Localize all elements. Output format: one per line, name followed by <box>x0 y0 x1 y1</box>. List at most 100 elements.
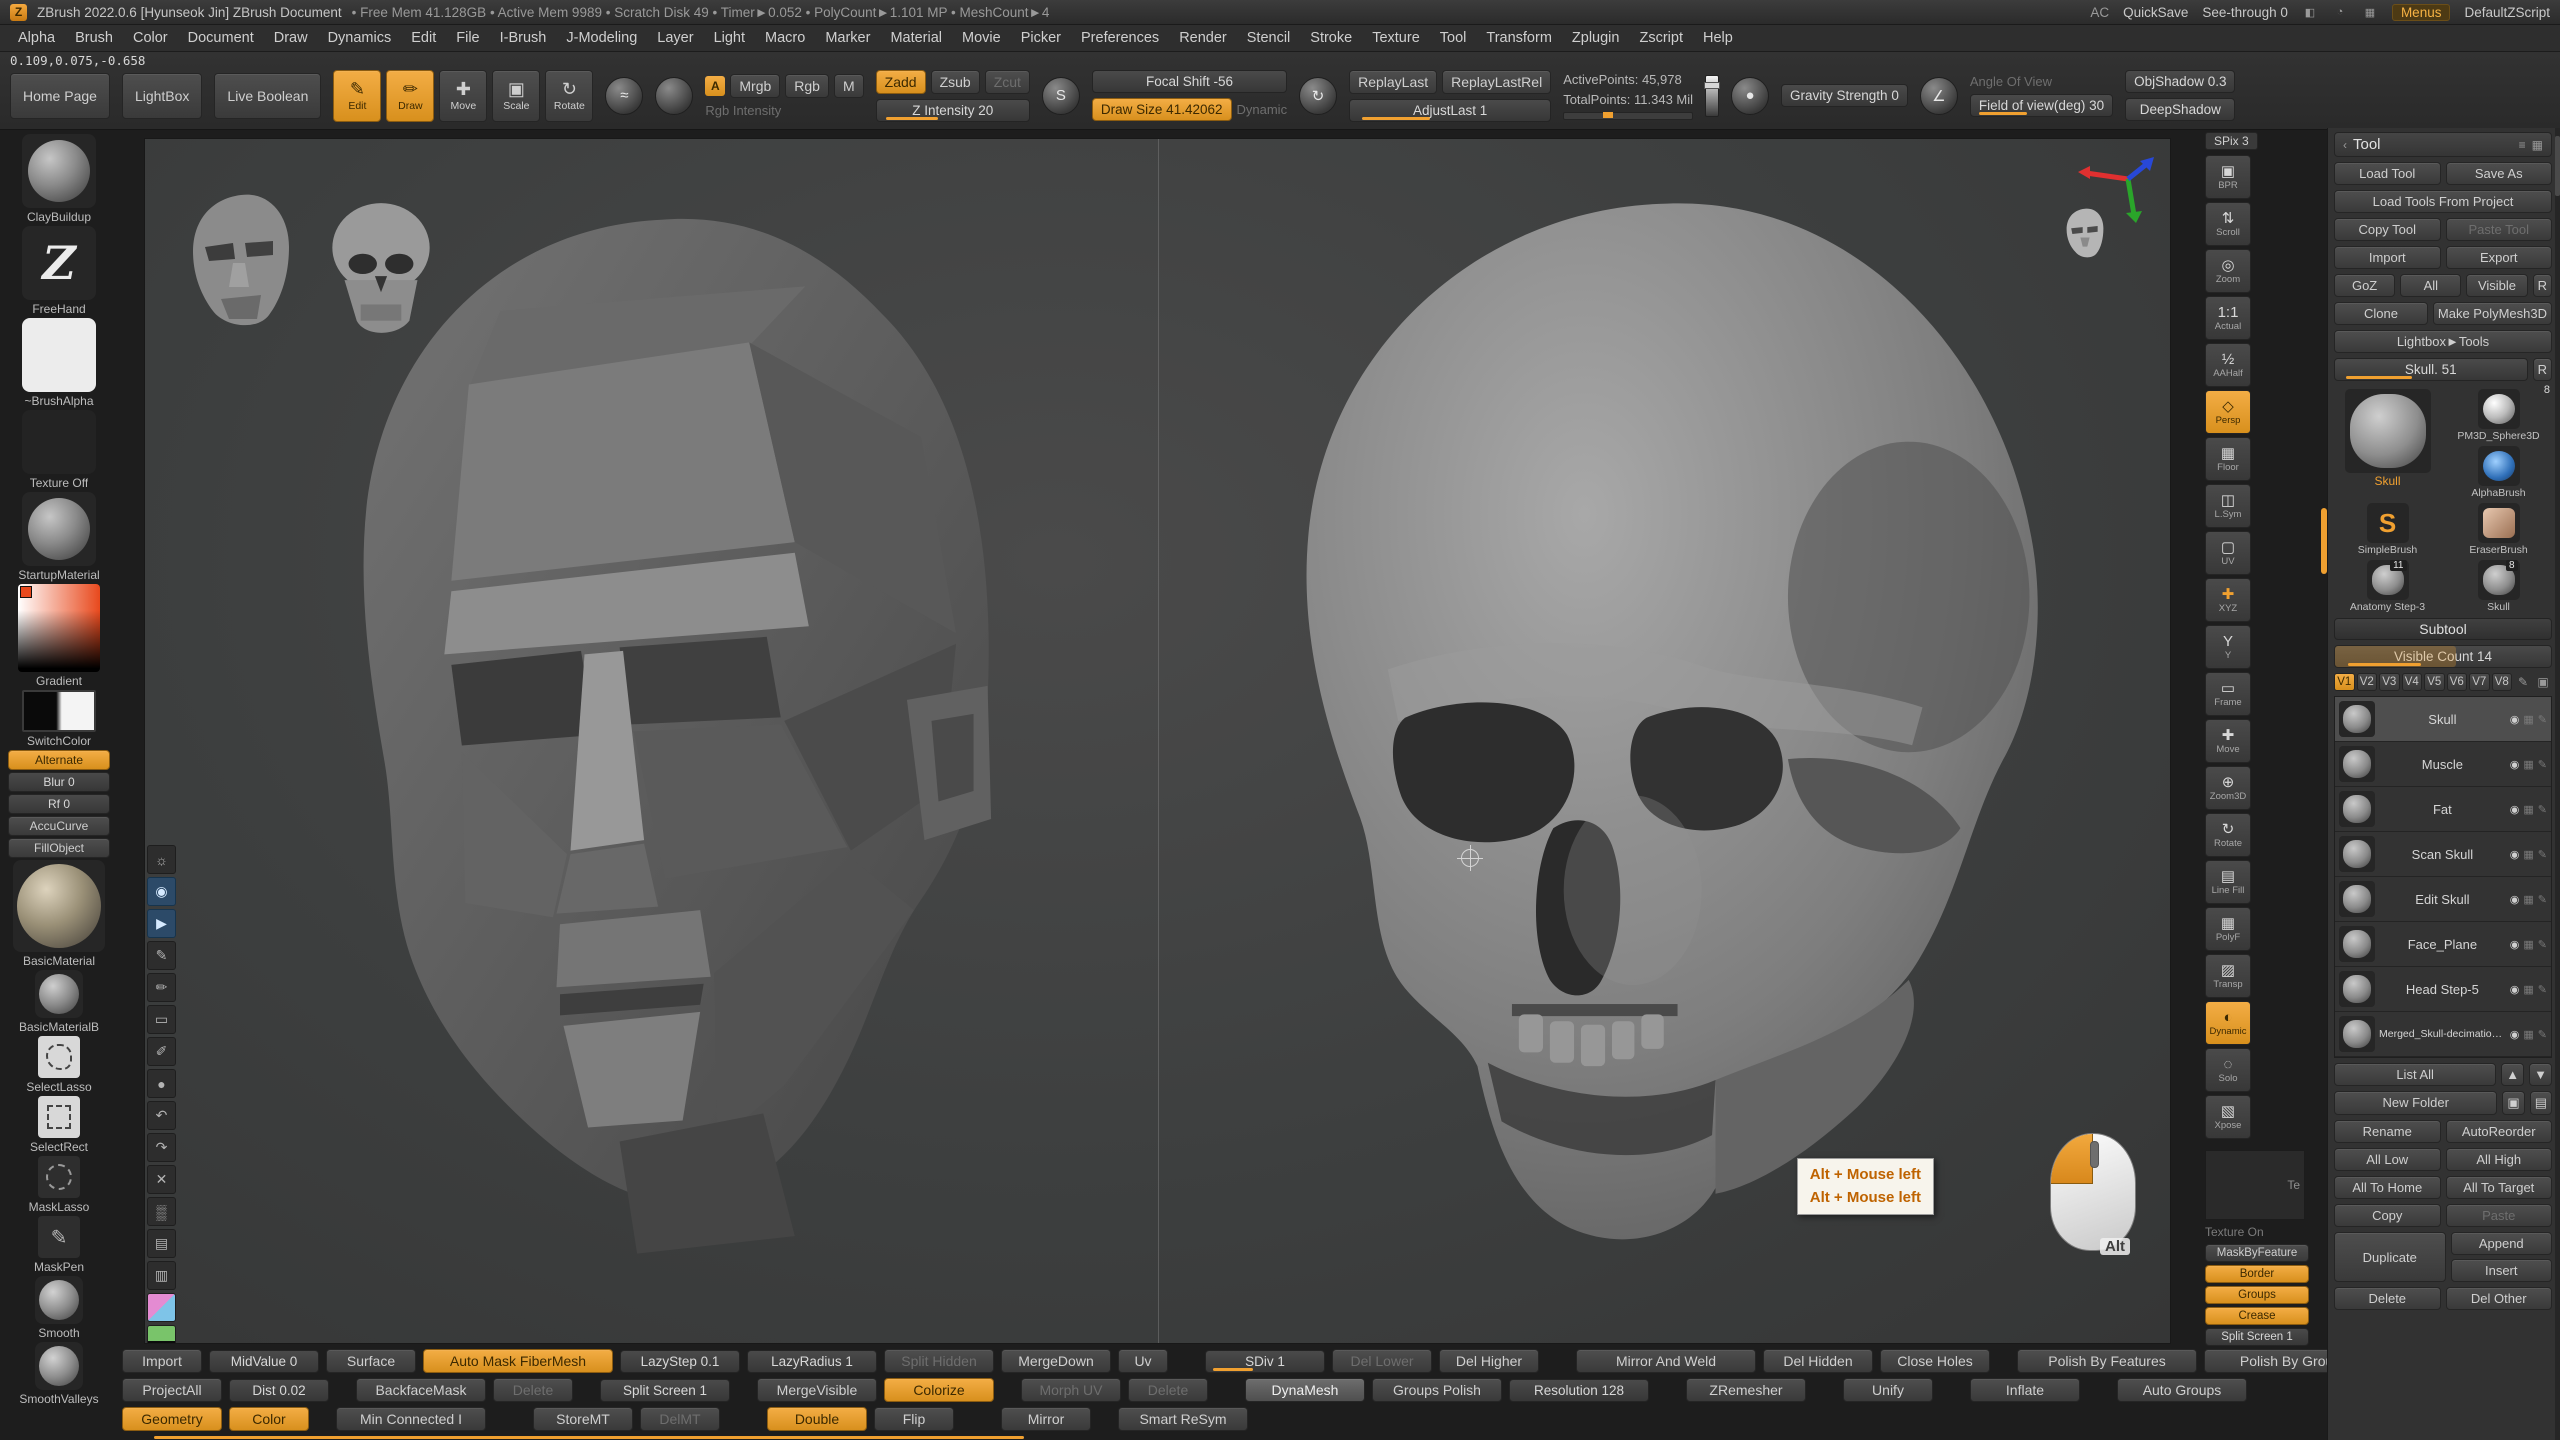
menu-item[interactable]: Zplugin <box>1562 28 1630 48</box>
bottom-button[interactable]: Dist 0.02 <box>229 1379 329 1402</box>
bottom-button[interactable]: LazyStep 0.1 <box>620 1350 740 1373</box>
bottom-button[interactable]: Polish By Features <box>2017 1349 2197 1373</box>
duplicate-button[interactable]: Duplicate <box>2334 1232 2446 1282</box>
r-button[interactable]: R <box>2533 274 2552 297</box>
all-low-button[interactable]: All Low <box>2334 1148 2441 1171</box>
rgb-button[interactable]: Rgb <box>785 74 829 98</box>
bottom-button[interactable]: SDiv 1 <box>1205 1350 1325 1373</box>
polyframe-icon[interactable]: ▦ <box>2523 848 2533 861</box>
make-polymesh3d-button[interactable]: Make PolyMesh3D <box>2433 302 2552 325</box>
palette-item[interactable]: Texture Off <box>22 410 96 490</box>
zcut-button[interactable]: Zcut <box>985 70 1030 94</box>
zoom3d-icon[interactable]: ⊕ Zoom3D <box>2205 766 2251 810</box>
subtool-up-icon[interactable]: ▲ <box>2501 1063 2524 1086</box>
append-button[interactable]: Append <box>2451 1232 2553 1255</box>
bottom-button[interactable]: Morph UV <box>1021 1378 1121 1402</box>
zoom-icon[interactable]: ◎ Zoom <box>2205 249 2251 293</box>
marker-icon[interactable]: ✐ <box>147 1037 176 1066</box>
r2-button[interactable]: R <box>2533 358 2552 381</box>
replay-icon[interactable]: ↻ <box>1299 77 1337 115</box>
gravity-icon[interactable]: ● <box>1731 77 1769 115</box>
blur-slider[interactable]: Blur 0 <box>8 772 110 792</box>
uv-icon[interactable]: ▢ UV <box>2205 531 2251 575</box>
subtool-row[interactable]: Fat ◉ ▦ ✎ <box>2335 787 2551 832</box>
menu-item[interactable]: Layer <box>647 28 703 48</box>
y-icon[interactable]: Y Y <box>2205 625 2251 669</box>
subtool-edit-icon[interactable]: ✎ <box>2538 803 2547 816</box>
delete-subtool-button[interactable]: Delete <box>2334 1287 2441 1310</box>
tool-thumbnail-item[interactable]: EraserBrush <box>2445 503 2552 556</box>
subtool-down-icon[interactable]: ▼ <box>2529 1063 2552 1086</box>
polyframe-icon[interactable]: ▦ <box>2523 1028 2533 1041</box>
clipboard-icon[interactable]: ▥ <box>147 1261 176 1290</box>
titlebar-status-icon[interactable]: ◧ <box>2302 5 2318 19</box>
palette-item[interactable]: StartupMaterial <box>18 492 99 582</box>
lsym-icon[interactable]: ◫ L.Sym <box>2205 484 2251 528</box>
dynamic-icon[interactable]: ◐ Dynamic <box>2205 1001 2251 1045</box>
palette-item[interactable]: MaskPen <box>34 1216 84 1274</box>
subtool-version-tab[interactable]: V3 <box>2379 673 2400 691</box>
move-icon[interactable]: ✚ Move <box>2205 719 2251 763</box>
gravity-strength-slider[interactable]: Gravity Strength 0 <box>1781 84 1908 107</box>
polyframe-icon[interactable]: ▦ <box>2523 893 2533 906</box>
menu-item[interactable]: Color <box>123 28 178 48</box>
tool-thumbnail-item[interactable]: Skull <box>2334 389 2441 499</box>
subtool-row[interactable]: Face_Plane ◉ ▦ ✎ <box>2335 922 2551 967</box>
subtool-pencil-icon[interactable]: ✎ <box>2514 675 2532 689</box>
swatch-duo-icon[interactable] <box>147 1293 176 1322</box>
menu-item[interactable]: Render <box>1169 28 1237 48</box>
xpose-icon[interactable]: ▧ Xpose <box>2205 1095 2251 1139</box>
copy-tool-button[interactable]: Copy Tool <box>2334 218 2441 241</box>
all-to-target-button[interactable]: All To Target <box>2446 1176 2553 1199</box>
visibility-eye-icon[interactable]: ◉ <box>2510 983 2520 996</box>
bottom-button[interactable]: Double <box>767 1407 867 1431</box>
see-through-slider[interactable]: See-through 0 <box>2202 5 2288 20</box>
panel-gear-icon[interactable]: ▦ <box>2532 138 2543 152</box>
bottom-button[interactable]: Mirror And Weld <box>1576 1349 1756 1373</box>
bottom-button[interactable]: LazyRadius 1 <box>747 1350 877 1373</box>
sculptris-pro-icon[interactable]: S <box>1042 77 1080 115</box>
persp-icon[interactable]: ◇ Persp <box>2205 390 2251 434</box>
bottom-button[interactable]: Unify <box>1843 1378 1933 1402</box>
import-button[interactable]: Import <box>2334 246 2441 269</box>
live-boolean-button[interactable]: Live Boolean <box>214 73 321 119</box>
undo-icon[interactable]: ↶ <box>147 1101 176 1130</box>
eye-icon[interactable]: ◉ <box>147 877 176 906</box>
menu-item[interactable]: Light <box>704 28 755 48</box>
crease-button[interactable]: Crease <box>2205 1307 2309 1325</box>
folder-add-icon[interactable]: ▣ <box>2502 1091 2524 1115</box>
load-tool-button[interactable]: Load Tool <box>2334 162 2441 185</box>
visibility-eye-icon[interactable]: ◉ <box>2510 713 2520 726</box>
bottom-button[interactable]: Split Screen 1 <box>600 1379 730 1402</box>
bottom-button[interactable]: Del Lower <box>1332 1349 1432 1373</box>
goz-button[interactable]: GoZ <box>2334 274 2395 297</box>
insert-button[interactable]: Insert <box>2451 1259 2553 1282</box>
light-icon[interactable]: ☼ <box>147 845 176 874</box>
menu-item[interactable]: Draw <box>264 28 318 48</box>
bottom-button[interactable]: Smart ReSym <box>1118 1407 1248 1431</box>
autoreorder-button[interactable]: AutoReorder <box>2446 1120 2553 1143</box>
pen-icon[interactable]: ✎ <box>147 941 176 970</box>
active-tool-slider[interactable]: Skull. 51 <box>2334 358 2528 381</box>
zadd-button[interactable]: Zadd <box>876 70 926 94</box>
bottom-button[interactable]: DelMT <box>640 1407 720 1431</box>
field-of-view-slider[interactable]: Field of view(deg) 30 <box>1970 94 2113 117</box>
visibility-eye-icon[interactable]: ◉ <box>2510 893 2520 906</box>
subtool-edit-icon[interactable]: ✎ <box>2538 758 2547 771</box>
subtool-version-tab[interactable]: V8 <box>2492 673 2513 691</box>
new-folder-button[interactable]: New Folder <box>2334 1091 2497 1115</box>
load-tools-from-project-button[interactable]: Load Tools From Project <box>2334 190 2552 213</box>
swatch-green-icon[interactable] <box>147 1325 176 1344</box>
tool-thumbnail-item[interactable]: 11 Anatomy Step-3 <box>2334 560 2441 613</box>
scroll-icon[interactable]: ⇅ Scroll <box>2205 202 2251 246</box>
lightbox-button[interactable]: LightBox <box>122 73 202 119</box>
menu-item[interactable]: Document <box>178 28 264 48</box>
menu-item[interactable]: Macro <box>755 28 815 48</box>
bottom-button[interactable]: Colorize <box>884 1378 994 1402</box>
vertical-gradient-slider[interactable] <box>1705 75 1719 117</box>
layers-icon[interactable]: ▤ <box>147 1229 176 1258</box>
z-intensity-slider[interactable]: Z Intensity 20 <box>876 99 1030 122</box>
panel-menu-icon[interactable]: ≡ <box>2519 138 2526 152</box>
tool-thumbnail-item[interactable]: 8 Skull <box>2445 560 2552 613</box>
menu-item[interactable]: File <box>446 28 489 48</box>
